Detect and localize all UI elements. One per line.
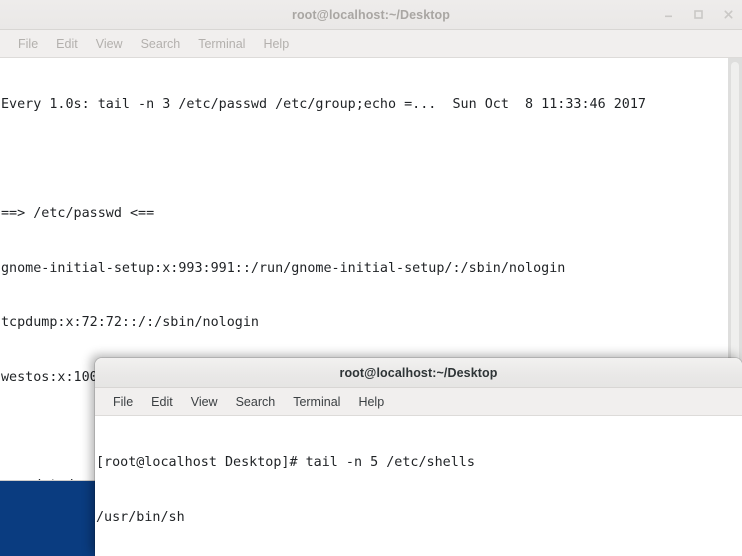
terminal-window-shells[interactable]: root@localhost:~/Desktop File Edit View …	[95, 358, 742, 556]
menu-terminal[interactable]: Terminal	[189, 35, 254, 53]
menu-file[interactable]: File	[104, 393, 142, 411]
terminal-line: [root@localhost Desktop]# tail -n 5 /etc…	[96, 455, 475, 471]
terminal-line: tcpdump:x:72:72::/:/sbin/nologin	[1, 315, 259, 331]
menubar-window-one[interactable]: File Edit View Search Terminal Help	[0, 30, 742, 58]
window-title: root@localhost:~/Desktop	[339, 365, 498, 380]
terminal-line: Every 1.0s: tail -n 3 /etc/passwd /etc/g…	[1, 97, 646, 113]
window-title: root@localhost:~/Desktop	[291, 7, 450, 22]
close-icon[interactable]	[720, 7, 736, 23]
menu-edit[interactable]: Edit	[142, 393, 182, 411]
maximize-icon[interactable]	[690, 7, 706, 23]
menu-search[interactable]: Search	[132, 35, 190, 53]
menu-view[interactable]: View	[87, 35, 132, 53]
minimize-icon[interactable]	[660, 7, 676, 23]
menubar-window-two[interactable]: File Edit View Search Terminal Help	[95, 388, 742, 416]
menu-help[interactable]: Help	[349, 393, 393, 411]
menu-help[interactable]: Help	[254, 35, 298, 53]
window-controls[interactable]	[660, 0, 736, 29]
terminal-line: gnome-initial-setup:x:993:991::/run/gnom…	[1, 260, 566, 276]
titlebar-window-two[interactable]: root@localhost:~/Desktop	[95, 358, 742, 388]
titlebar-window-one[interactable]: root@localhost:~/Desktop	[0, 0, 742, 30]
terminal-line: ==> /etc/passwd <==	[1, 206, 155, 222]
menu-file[interactable]: File	[9, 35, 47, 53]
menu-terminal[interactable]: Terminal	[284, 393, 349, 411]
terminal-output-shells[interactable]: [root@localhost Desktop]# tail -n 5 /etc…	[95, 416, 742, 556]
menu-search[interactable]: Search	[227, 393, 285, 411]
menu-edit[interactable]: Edit	[47, 35, 87, 53]
terminal-line: /usr/bin/sh	[96, 509, 185, 525]
menu-view[interactable]: View	[182, 393, 227, 411]
